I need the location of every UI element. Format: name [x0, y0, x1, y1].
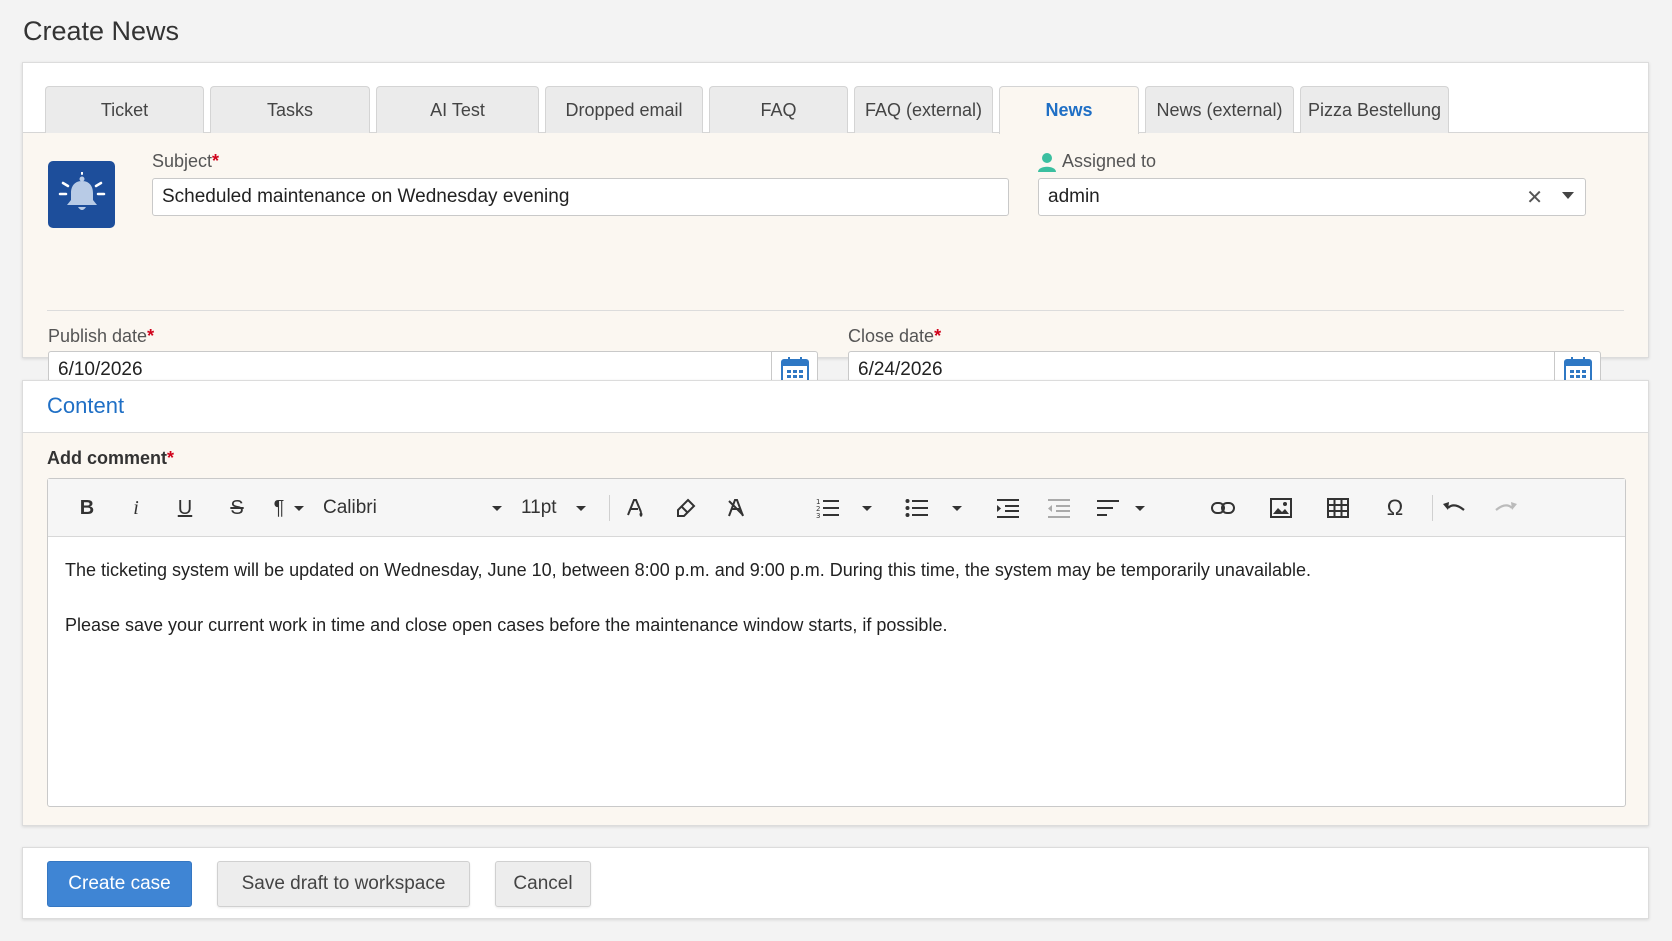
actions-card: Create case Save draft to workspace Canc… [22, 847, 1649, 919]
chevron-down-icon[interactable] [860, 491, 874, 525]
assigned-value: admin [1048, 186, 1100, 207]
publish-date-value: 6/10/2026 [58, 359, 143, 380]
content-card: Content Add comment* B i U S ¶ Calibri 1… [22, 380, 1649, 826]
bullet-list-icon[interactable] [902, 491, 932, 525]
font-family-select[interactable]: Calibri [323, 491, 503, 525]
news-fields: Subject* Scheduled maintenance on Wednes… [23, 133, 1648, 389]
tab-tasks[interactable]: Tasks [210, 86, 370, 133]
subject-label: Subject* [152, 151, 220, 171]
numbered-list-icon[interactable]: 123 [813, 491, 843, 525]
cancel-button[interactable]: Cancel [495, 861, 591, 907]
clear-format-icon[interactable] [721, 491, 751, 525]
chevron-down-icon[interactable] [292, 491, 306, 525]
special-character-button[interactable]: Ω [1380, 491, 1410, 525]
user-icon [1038, 152, 1056, 172]
font-size-value: 11pt [521, 497, 557, 518]
strikethrough-button[interactable]: S [222, 491, 252, 525]
align-left-icon[interactable] [1093, 491, 1123, 525]
news-form-card: Ticket Tasks AI Test Dropped email FAQ F… [22, 62, 1649, 389]
tab-faq[interactable]: FAQ [709, 86, 848, 133]
tab-dropped-email[interactable]: Dropped email [545, 86, 703, 133]
indent-icon[interactable] [993, 491, 1023, 525]
editor-paragraph: The ticketing system will be updated on … [65, 560, 1311, 580]
tab-bar: Ticket Tasks AI Test Dropped email FAQ F… [23, 63, 1648, 134]
chevron-down-icon [492, 506, 502, 511]
tab-ticket[interactable]: Ticket [45, 86, 204, 133]
chevron-down-icon[interactable] [1561, 186, 1575, 208]
outdent-icon[interactable] [1044, 491, 1074, 525]
close-date-value: 6/24/2026 [858, 359, 943, 380]
publish-date-label: Publish date* [48, 326, 155, 346]
font-family-value: Calibri [323, 497, 377, 518]
tab-ai-test[interactable]: AI Test [376, 86, 539, 133]
create-case-button[interactable]: Create case [47, 861, 192, 907]
page-title: Create News [23, 16, 180, 46]
table-icon[interactable] [1323, 491, 1353, 525]
chevron-down-icon[interactable] [1133, 491, 1147, 525]
toolbar-separator [1432, 495, 1433, 521]
form-divider [47, 310, 1624, 311]
content-header: Content [23, 381, 1648, 433]
clear-icon[interactable]: ✕ [1526, 185, 1543, 210]
tab-news-external[interactable]: News (external) [1145, 86, 1294, 133]
text-color-icon[interactable] [620, 491, 650, 525]
assigned-select[interactable]: admin ✕ [1038, 178, 1586, 216]
undo-icon[interactable] [1439, 491, 1469, 525]
assigned-label: Assigned to [1038, 151, 1156, 172]
toolbar-separator [609, 495, 610, 521]
highlight-icon[interactable] [671, 491, 701, 525]
content-title: Content [47, 393, 125, 418]
svg-text:3: 3 [816, 512, 820, 519]
redo-icon[interactable] [1491, 491, 1521, 525]
close-date-label: Close date* [848, 326, 942, 346]
save-draft-button[interactable]: Save draft to workspace [217, 861, 470, 907]
font-size-select[interactable]: 11pt [521, 491, 587, 525]
image-icon[interactable] [1266, 491, 1296, 525]
bell-icon [48, 161, 115, 228]
editor-body[interactable]: The ticketing system will be updated on … [65, 557, 1605, 667]
rich-text-editor[interactable]: B i U S ¶ Calibri 11pt 1 2 3 Ω The ticke… [47, 478, 1626, 807]
italic-button[interactable]: i [121, 491, 151, 525]
tab-faq-external[interactable]: FAQ (external) [854, 86, 993, 133]
paragraph-button[interactable]: ¶ [269, 491, 289, 525]
chevron-down-icon[interactable] [950, 491, 964, 525]
link-icon[interactable] [1208, 491, 1238, 525]
subject-input[interactable]: Scheduled maintenance on Wednesday eveni… [152, 178, 1009, 216]
bold-button[interactable]: B [72, 491, 102, 525]
tab-pizza-bestellung[interactable]: Pizza Bestellung [1300, 86, 1449, 133]
chevron-down-icon [576, 506, 586, 511]
editor-toolbar: B i U S ¶ Calibri 11pt 1 2 3 Ω [48, 479, 1625, 537]
underline-button[interactable]: U [170, 491, 200, 525]
add-comment-label: Add comment* [47, 448, 175, 468]
editor-paragraph: Please save your current work in time an… [65, 615, 948, 635]
tab-news[interactable]: News [999, 86, 1139, 134]
